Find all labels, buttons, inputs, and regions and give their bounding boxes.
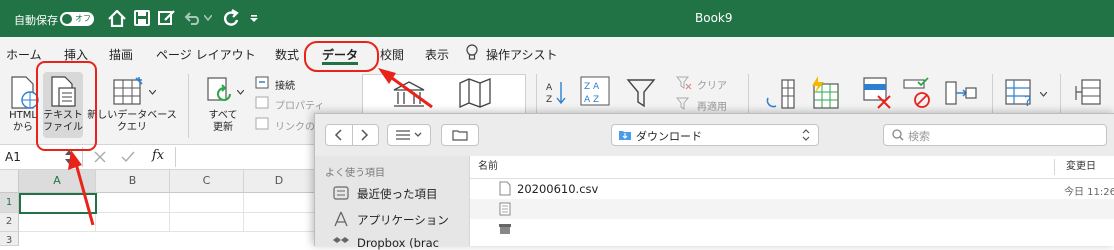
- annotation-arrows: [68, 68, 433, 226]
